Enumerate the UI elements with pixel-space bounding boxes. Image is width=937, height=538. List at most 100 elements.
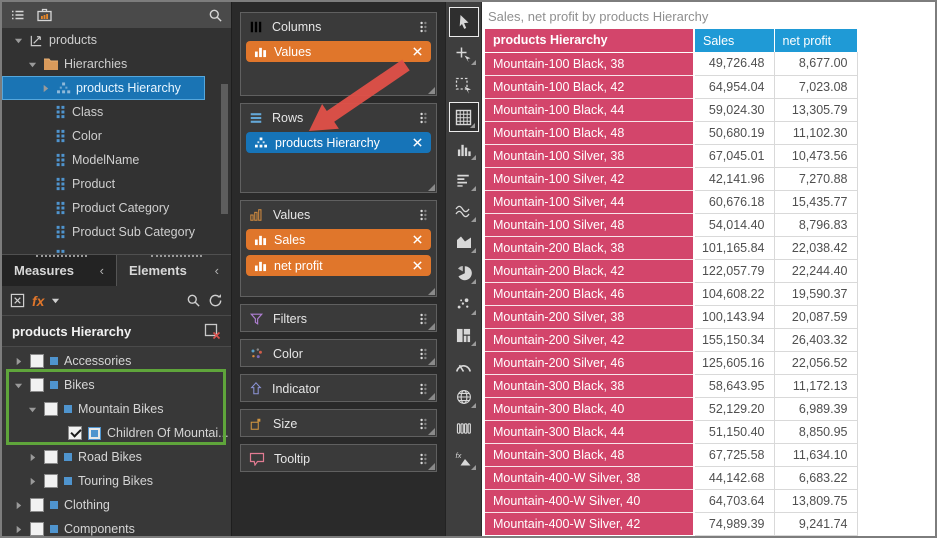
check-item-accessories[interactable]: Accessories xyxy=(2,349,231,373)
row-header-cell[interactable]: Mountain-300 Black, 44 xyxy=(485,420,694,443)
check-item-clothing[interactable]: Clothing xyxy=(2,493,231,517)
value-cell[interactable]: 11,102.30 xyxy=(774,121,857,144)
caret-down-icon[interactable] xyxy=(26,60,38,69)
column-header-net-profit[interactable]: net profit xyxy=(774,29,857,52)
row-header-cell[interactable]: Mountain-100 Black, 44 xyxy=(485,98,694,121)
checkbox[interactable] xyxy=(30,522,44,536)
value-cell[interactable]: 8,850.95 xyxy=(774,420,857,443)
tool-scatter[interactable] xyxy=(449,290,479,318)
tab-measures[interactable]: Measures‹ xyxy=(2,255,117,286)
value-cell[interactable]: 44,142.68 xyxy=(694,466,774,489)
row-header-cell[interactable]: Mountain-200 Black, 42 xyxy=(485,259,694,282)
search-icon[interactable] xyxy=(186,293,201,308)
value-cell[interactable]: 6,683.22 xyxy=(774,466,857,489)
tree-item-products[interactable]: products xyxy=(2,28,231,52)
value-cell[interactable]: 122,057.79 xyxy=(694,259,774,282)
tool-grid[interactable] xyxy=(449,102,479,132)
value-cell[interactable]: 10,473.56 xyxy=(774,144,857,167)
check-item-touring-bikes[interactable]: Touring Bikes xyxy=(2,469,231,493)
caret-down-icon[interactable] xyxy=(26,405,38,414)
remove-chip-icon[interactable] xyxy=(412,137,423,148)
section-menu-icon[interactable] xyxy=(419,311,428,327)
field-chip-net-profit[interactable]: net profit xyxy=(246,255,431,276)
value-cell[interactable]: 54,014.40 xyxy=(694,213,774,236)
check-item-children-of-mountai[interactable]: Children Of Mountai... xyxy=(2,421,231,445)
tool-text-lines[interactable] xyxy=(449,166,479,194)
chevron-down-icon[interactable] xyxy=(51,296,60,305)
row-header-cell[interactable]: Mountain-400-W Silver, 42 xyxy=(485,512,694,535)
row-header-cell[interactable]: Mountain-100 Silver, 42 xyxy=(485,167,694,190)
tool-waves[interactable] xyxy=(449,197,479,225)
row-header-cell[interactable]: Mountain-200 Silver, 42 xyxy=(485,328,694,351)
remove-chip-icon[interactable] xyxy=(412,260,423,271)
tree-item-class[interactable]: Class xyxy=(2,100,231,124)
checkbox[interactable] xyxy=(30,498,44,512)
tool-sparkline[interactable] xyxy=(449,414,479,442)
field-chip-values[interactable]: Values xyxy=(246,41,431,62)
checkbox[interactable] xyxy=(30,354,44,368)
tool-marquee[interactable] xyxy=(449,71,479,99)
tree-item-color[interactable]: Color xyxy=(2,124,231,148)
value-cell[interactable]: 104,608.22 xyxy=(694,282,774,305)
value-cell[interactable]: 51,150.40 xyxy=(694,420,774,443)
value-cell[interactable]: 22,056.52 xyxy=(774,351,857,374)
row-header-cell[interactable]: Mountain-100 Black, 38 xyxy=(485,52,694,75)
refresh-icon[interactable] xyxy=(208,293,223,308)
row-header-cell[interactable]: Mountain-100 Silver, 44 xyxy=(485,190,694,213)
caret-right-icon[interactable] xyxy=(12,501,24,510)
tool-crosshair[interactable] xyxy=(449,40,479,68)
value-cell[interactable]: 64,703.64 xyxy=(694,489,774,512)
value-cell[interactable]: 8,796.83 xyxy=(774,213,857,236)
value-cell[interactable]: 13,305.79 xyxy=(774,98,857,121)
checkbox[interactable] xyxy=(30,378,44,392)
value-cell[interactable]: 101,165.84 xyxy=(694,236,774,259)
value-cell[interactable]: 64,954.04 xyxy=(694,75,774,98)
value-cell[interactable]: 9,241.74 xyxy=(774,512,857,535)
field-chip-products-hierarchy[interactable]: products Hierarchy xyxy=(246,132,431,153)
checkbox[interactable] xyxy=(44,402,58,416)
collapse-chevron-icon[interactable]: ‹ xyxy=(100,263,104,278)
value-cell[interactable]: 11,172.13 xyxy=(774,374,857,397)
section-menu-icon[interactable] xyxy=(419,110,428,126)
value-cell[interactable]: 52,129.20 xyxy=(694,397,774,420)
remove-field-icon[interactable] xyxy=(204,323,221,340)
row-header-cell[interactable]: Mountain-300 Black, 40 xyxy=(485,397,694,420)
remove-chip-icon[interactable] xyxy=(412,46,423,57)
value-cell[interactable]: 155,150.34 xyxy=(694,328,774,351)
row-header-cell[interactable]: Mountain-200 Black, 46 xyxy=(485,282,694,305)
section-menu-icon[interactable] xyxy=(419,19,428,35)
row-header-cell[interactable]: Mountain-400-W Silver, 38 xyxy=(485,466,694,489)
row-header-cell[interactable]: Mountain-100 Black, 42 xyxy=(485,75,694,98)
tool-gauge[interactable] xyxy=(449,352,479,380)
caret-right-icon[interactable] xyxy=(26,453,38,462)
tool-globe[interactable] xyxy=(449,383,479,411)
section-menu-icon[interactable] xyxy=(419,381,428,397)
remove-chip-icon[interactable] xyxy=(412,234,423,245)
caret-down-icon[interactable] xyxy=(12,381,24,390)
value-cell[interactable]: 22,038.42 xyxy=(774,236,857,259)
caret-right-icon[interactable] xyxy=(12,357,24,366)
collapse-chevron-icon[interactable]: ‹ xyxy=(215,263,219,278)
value-cell[interactable]: 11,634.10 xyxy=(774,443,857,466)
check-item-mountain-bikes[interactable]: Mountain Bikes xyxy=(2,397,231,421)
value-cell[interactable]: 59,024.30 xyxy=(694,98,774,121)
value-cell[interactable]: 13,809.75 xyxy=(774,489,857,512)
value-cell[interactable]: 67,725.58 xyxy=(694,443,774,466)
value-cell[interactable]: 49,726.48 xyxy=(694,52,774,75)
tree-item-product-sub-category[interactable]: Product Sub Category xyxy=(2,220,231,244)
tree-item-product-category[interactable]: Product Category xyxy=(2,196,231,220)
tree-item-product[interactable]: Product xyxy=(2,172,231,196)
row-header-cell[interactable]: Mountain-300 Black, 48 xyxy=(485,443,694,466)
row-header-cell[interactable]: Mountain-300 Black, 38 xyxy=(485,374,694,397)
row-header-cell[interactable]: Mountain-200 Black, 38 xyxy=(485,236,694,259)
value-cell[interactable]: 58,643.95 xyxy=(694,374,774,397)
value-cell[interactable]: 15,435.77 xyxy=(774,190,857,213)
fx-icon[interactable]: fx xyxy=(32,293,44,309)
value-cell[interactable]: 50,680.19 xyxy=(694,121,774,144)
checkbox[interactable] xyxy=(44,450,58,464)
tree-scrollbar[interactable] xyxy=(221,84,228,214)
value-cell[interactable]: 26,403.32 xyxy=(774,328,857,351)
tool-treemap[interactable] xyxy=(449,321,479,349)
value-cell[interactable]: 100,143.94 xyxy=(694,305,774,328)
tree-item-hierarchies[interactable]: Hierarchies xyxy=(2,52,231,76)
